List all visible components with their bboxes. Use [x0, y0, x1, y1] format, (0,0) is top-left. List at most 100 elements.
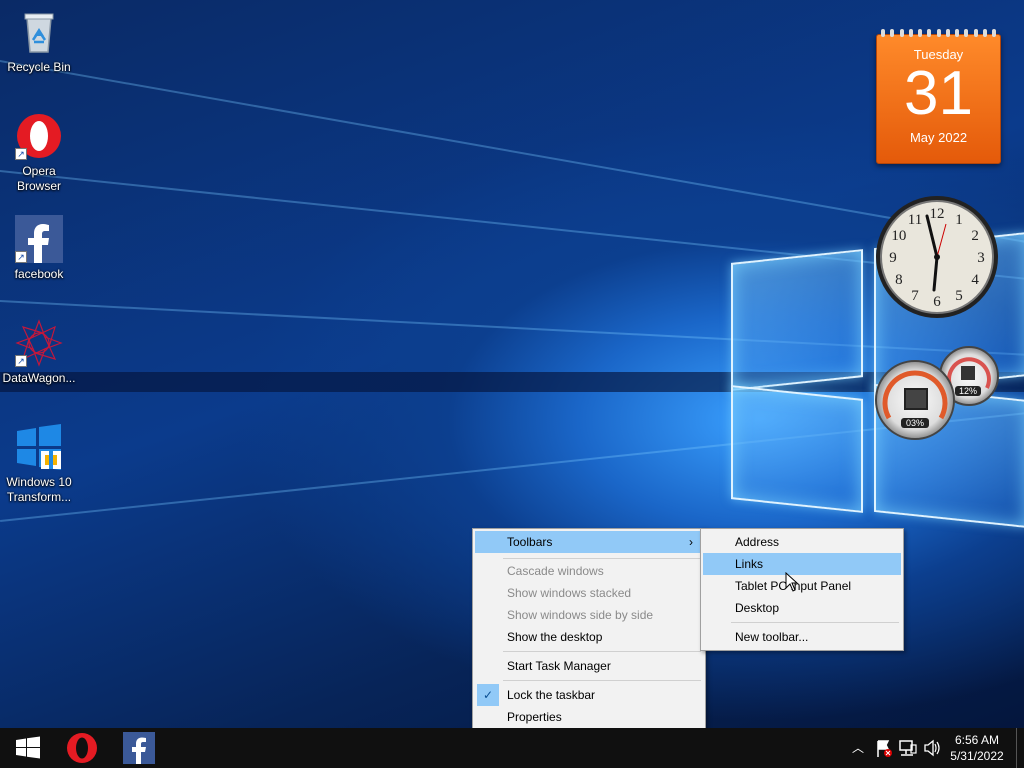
menu-item-properties[interactable]: Properties [475, 706, 703, 728]
desktop-icon-label: Opera Browser [16, 164, 61, 193]
desktop-icon-label: facebook [14, 267, 64, 281]
calendar-day: 31 [904, 59, 973, 128]
clock-numeral: 2 [971, 228, 979, 244]
window-pane [731, 249, 863, 391]
menu-item-show-the-desktop[interactable]: Show the desktop [475, 626, 703, 648]
clock-numeral: 5 [955, 288, 963, 304]
desktop-icon-opera-browser[interactable]: ↗ Opera Browser [2, 112, 76, 194]
cpu-meter-gadget[interactable]: 12% 03% [873, 346, 1001, 440]
start-button[interactable] [4, 728, 52, 768]
show-hidden-icons-button[interactable]: ︿ [848, 728, 868, 768]
menu-item-lock-the-taskbar[interactable]: ✓ Lock the taskbar [475, 684, 703, 706]
clock-numeral: 6 [933, 294, 941, 310]
menu-item-show-windows-stacked[interactable]: Show windows stacked [475, 582, 703, 604]
network-button[interactable] [898, 728, 918, 768]
submenu-item-address[interactable]: Address [703, 531, 901, 553]
menu-separator [503, 680, 701, 681]
menu-item-label: Properties [507, 710, 562, 724]
light-beam [0, 300, 1024, 360]
window-pane [731, 385, 863, 513]
menu-item-label: New toolbar... [735, 630, 809, 644]
taskbar-opera-button[interactable] [58, 728, 106, 768]
menu-item-label: Lock the taskbar [507, 688, 596, 702]
clock-numeral: 12 [930, 206, 945, 222]
volume-icon [924, 739, 940, 757]
taskbar-facebook-button[interactable] [114, 728, 162, 768]
processor-icon [904, 388, 928, 410]
clock-numeral: 4 [971, 272, 979, 288]
opera-icon: ↗ [15, 112, 63, 160]
desktop-icon-label: DataWagon... [2, 371, 76, 385]
action-center-flag-button[interactable] [874, 728, 894, 768]
clock-numeral: 10 [891, 228, 906, 244]
menu-item-toolbars[interactable]: Toolbars › [475, 531, 703, 553]
menu-item-label: Desktop [735, 601, 780, 615]
menu-item-label: Show windows side by side [507, 608, 654, 622]
show-desktop-button[interactable] [1016, 728, 1024, 768]
windows-transform-icon [15, 423, 63, 471]
menu-item-show-windows-side-by-side[interactable]: Show windows side by side [475, 604, 703, 626]
shortcut-arrow-icon: ↗ [15, 148, 27, 160]
menu-separator [503, 558, 701, 559]
clock-numeral: 3 [977, 250, 985, 266]
windows-start-icon [16, 736, 40, 759]
menu-item-label: Toolbars [507, 535, 553, 549]
submenu-item-desktop[interactable]: Desktop [703, 597, 901, 619]
light-beam [0, 405, 1024, 522]
light-beam [0, 170, 1024, 287]
clock-time: 6:56 AM [954, 733, 1000, 747]
ram-percent: 12% [955, 386, 981, 396]
clock-numeral: 9 [889, 250, 897, 266]
opera-icon [67, 733, 97, 763]
submenu-item-tablet-pc-input-panel[interactable]: Tablet PC Input Panel [703, 575, 901, 597]
datawagon-icon: ↗ [15, 319, 63, 367]
cpu-gauge: 03% [875, 360, 955, 440]
menu-item-label: Links [735, 557, 764, 571]
action-center-flag-icon [877, 740, 892, 757]
taskbar-context-menu: Toolbars › Cascade windows Show windows … [472, 528, 706, 732]
submenu-item-new-toolbar[interactable]: New toolbar... [703, 626, 901, 648]
recycle-bin-icon [15, 8, 63, 56]
menu-item-label: Address [735, 535, 780, 549]
shortcut-arrow-icon: ↗ [15, 355, 27, 367]
desktop-icon-datawagon[interactable]: ↗ DataWagon... [2, 319, 76, 386]
desktop-icon-facebook[interactable]: ↗ facebook [2, 215, 76, 282]
calendar-month-year: May 2022 [909, 130, 968, 145]
clock-face: 12 12 3 45678 9 1011 [876, 196, 998, 318]
chevron-up-icon: ︿ [851, 741, 864, 755]
clock-date: 5/31/2022 [950, 749, 1004, 763]
toolbars-submenu: Address Links Tablet PC Input Panel Desk… [700, 528, 904, 651]
check-icon: ✓ [477, 684, 499, 706]
menu-item-label: Show the desktop [507, 630, 603, 644]
calendar-gadget[interactable]: Tuesday 31 May 2022 [876, 29, 1001, 164]
facebook-icon: ↗ [15, 215, 63, 263]
clock-gadget[interactable]: 12 1 2 3 4 5 6 7 8 9 10 11 [874, 194, 1000, 320]
clock-numeral: 11 [908, 212, 922, 228]
clock-numeral: 1 [955, 212, 963, 228]
menu-item-label: Cascade windows [507, 564, 604, 578]
submenu-arrow-icon: › [689, 535, 693, 549]
window-frame-bar [0, 372, 1024, 392]
menu-item-start-task-manager[interactable]: Start Task Manager [475, 655, 703, 677]
chip-icon [961, 366, 975, 380]
clock-numeral: 7 [911, 288, 919, 304]
desktop-icon-windows-10-transform[interactable]: Windows 10 Transform... [2, 423, 76, 505]
submenu-item-links[interactable]: Links [703, 553, 901, 575]
network-icon [899, 740, 917, 756]
menu-separator [731, 622, 899, 623]
mouse-cursor-icon [785, 571, 799, 592]
menu-item-cascade-windows[interactable]: Cascade windows [475, 560, 703, 582]
taskbar[interactable]: ︿ 6:56 AM 5/31/2022 [0, 728, 1024, 768]
calendar-rings [881, 29, 996, 37]
system-clock[interactable]: 6:56 AM 5/31/2022 [946, 732, 1008, 764]
desktop-icon-label: Recycle Bin [7, 60, 71, 74]
shortcut-arrow-icon: ↗ [15, 251, 27, 263]
menu-item-label: Start Task Manager [507, 659, 611, 673]
menu-item-label: Show windows stacked [507, 586, 632, 600]
desktop-icon-label: Windows 10 Transform... [6, 475, 72, 504]
cpu-percent: 03% [901, 418, 929, 428]
facebook-icon [123, 732, 155, 764]
desktop-icon-recycle-bin[interactable]: Recycle Bin [2, 8, 76, 75]
volume-button[interactable] [922, 728, 942, 768]
clock-numeral: 8 [895, 272, 903, 288]
